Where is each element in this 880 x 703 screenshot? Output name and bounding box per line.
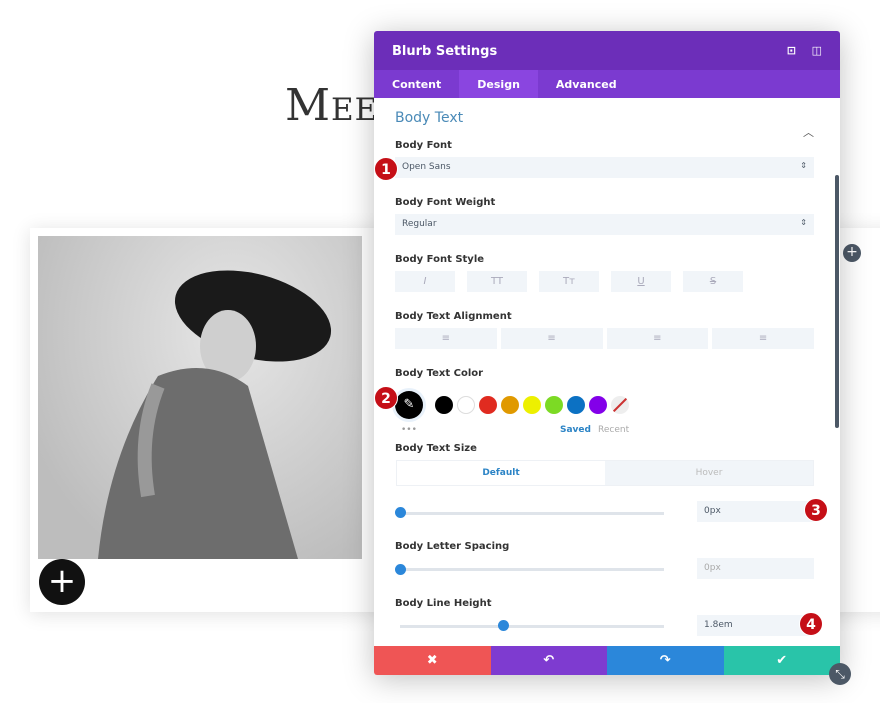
swatch-yellow[interactable] (523, 396, 541, 414)
swatch-blue[interactable] (567, 396, 585, 414)
panel-tabs: Content Design Advanced (374, 70, 840, 98)
align-right-button[interactable]: ≡ (606, 328, 709, 349)
tab-default[interactable]: Default (397, 461, 605, 485)
save-button[interactable]: ✔ (723, 646, 840, 675)
underline-button[interactable]: U (611, 271, 671, 292)
blurb-settings-panel: Blurb Settings ⊡ ◫ Content Design Advanc… (374, 31, 840, 675)
line-height-slider[interactable] (400, 625, 664, 628)
cancel-button[interactable]: ✖ (374, 646, 491, 675)
body-text-size-label: Body Text Size (395, 443, 477, 454)
redo-button[interactable]: ↷ (607, 646, 724, 675)
line-height-knob[interactable] (498, 620, 509, 631)
text-size-knob[interactable] (395, 507, 406, 518)
align-center-button[interactable]: ≡ (500, 328, 603, 349)
body-font-weight-label: Body Font Weight (395, 197, 496, 208)
body-font-value: Open Sans (402, 162, 451, 172)
panel-footer: ✖ ↶ ↷ ✔ (374, 646, 840, 675)
add-module-button[interactable]: + (39, 559, 85, 605)
panel-scrollbar[interactable] (835, 175, 839, 428)
swatch-purple[interactable] (589, 396, 607, 414)
select-arrows-icon: ⇕ (800, 218, 807, 227)
undo-button[interactable]: ↶ (490, 646, 607, 675)
body-font-style-label: Body Font Style (395, 254, 485, 265)
swatch-white[interactable] (457, 396, 475, 414)
step-badge-3: 3 (804, 498, 828, 522)
saved-tab[interactable]: Saved (560, 425, 591, 435)
italic-button[interactable]: I (395, 271, 455, 292)
recent-tab[interactable]: Recent (598, 425, 629, 435)
blurb-image (38, 236, 362, 559)
step-badge-4: 4 (799, 612, 823, 636)
step-badge-2: 2 (374, 386, 398, 410)
woman-photo (98, 270, 332, 559)
resize-handle-icon[interactable]: ⤡ (829, 663, 851, 685)
select-arrows-icon: ⇕ (800, 161, 807, 170)
size-tabs: Default Hover (396, 460, 814, 486)
body-font-select[interactable]: Open Sans ⇕ (395, 157, 814, 178)
swatch-orange[interactable] (501, 396, 519, 414)
body-text-alignment-label: Body Text Alignment (395, 311, 512, 322)
chevron-up-icon[interactable]: ︿ (803, 124, 814, 140)
panel-header: Blurb Settings ⊡ ◫ (374, 31, 840, 70)
letter-spacing-knob[interactable] (395, 564, 406, 575)
swatch-red[interactable] (479, 396, 497, 414)
body-font-weight-value: Regular (402, 219, 437, 229)
swatch-none[interactable] (611, 396, 629, 414)
more-colors-button[interactable]: ••• (401, 425, 417, 435)
line-height-value[interactable]: 1.8em (697, 615, 814, 636)
capitalize-button[interactable]: Tт (539, 271, 599, 292)
tab-hover[interactable]: Hover (605, 461, 813, 485)
tab-advanced[interactable]: Advanced (538, 70, 635, 98)
eyedropper-color-button[interactable]: ✎ (395, 391, 423, 419)
text-size-value[interactable]: 0px (697, 501, 814, 522)
section-title[interactable]: Body Text (395, 110, 814, 140)
letter-spacing-slider[interactable] (400, 568, 664, 571)
add-row-button[interactable]: + (843, 244, 861, 262)
align-left-button[interactable]: ≡ (395, 328, 497, 349)
body-line-height-label: Body Line Height (395, 598, 492, 609)
swatch-green[interactable] (545, 396, 563, 414)
body-font-weight-select[interactable]: Regular ⇕ (395, 214, 814, 235)
text-size-slider[interactable] (400, 512, 664, 515)
body-text-color-label: Body Text Color (395, 368, 484, 379)
sidebar-toggle-icon[interactable]: ◫ (812, 44, 822, 57)
uppercase-button[interactable]: TT (467, 271, 527, 292)
color-swatches (435, 396, 633, 418)
panel-title: Blurb Settings (392, 44, 498, 59)
tab-design[interactable]: Design (459, 70, 538, 98)
swatch-black[interactable] (435, 396, 453, 414)
body-font-label: Body Font (395, 140, 452, 151)
letter-spacing-value[interactable]: 0px (697, 558, 814, 579)
fullscreen-icon[interactable]: ⊡ (787, 44, 796, 57)
tab-content[interactable]: Content (374, 70, 459, 98)
body-letter-spacing-label: Body Letter Spacing (395, 541, 510, 552)
step-badge-1: 1 (374, 157, 398, 181)
strikethrough-button[interactable]: S (683, 271, 743, 292)
justify-button[interactable]: ≡ (712, 328, 814, 349)
